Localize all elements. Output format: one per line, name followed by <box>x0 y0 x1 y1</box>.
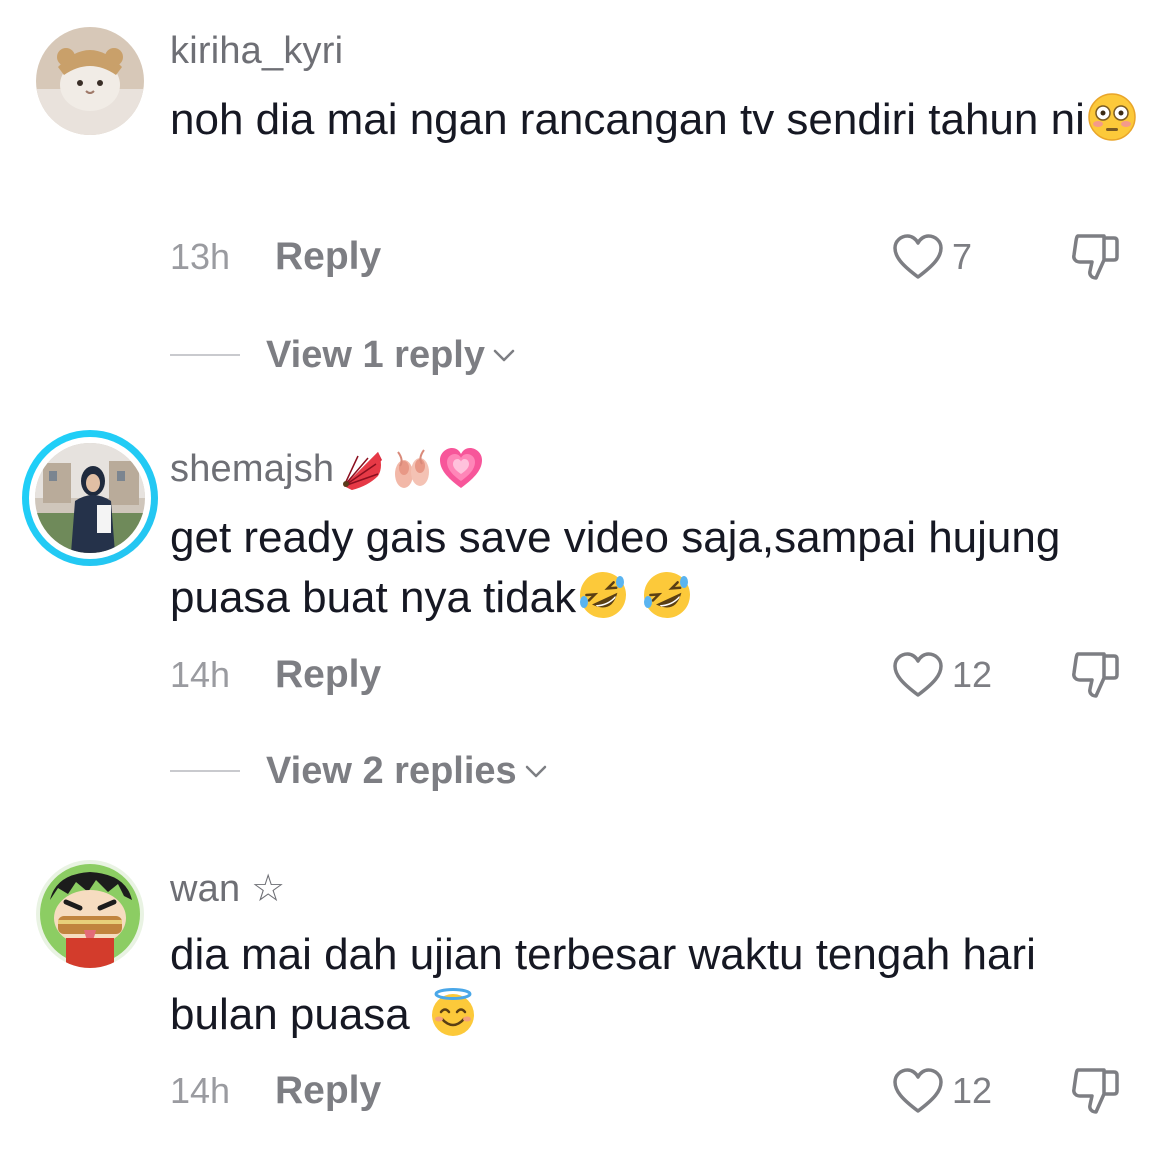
rolling-on-floor-laughing-emoji <box>580 572 627 618</box>
reply-button[interactable]: Reply <box>275 653 381 697</box>
dislike-button[interactable] <box>1070 232 1124 282</box>
heart-outline-icon <box>893 1068 943 1113</box>
thumbs-down-icon <box>1072 234 1119 280</box>
comment-text: noh dia mai ngan rancangan tv sendiri ta… <box>170 90 1140 150</box>
comment-timestamp: 13h <box>170 236 231 277</box>
comment-username[interactable]: kiriha_kyri <box>170 30 343 73</box>
fan-emoji <box>343 452 383 490</box>
cartoon-avatar-image <box>36 860 144 968</box>
flushed-face-emoji <box>1088 93 1136 141</box>
reply-button[interactable]: Reply <box>275 235 381 279</box>
comment-username[interactable]: shemajsh <box>170 446 484 492</box>
like-button[interactable]: 12 <box>892 650 992 700</box>
chevron-down-icon <box>493 349 515 362</box>
comment-meta: 14h Reply 12 <box>170 650 1130 700</box>
smiling-face-with-halo-emoji <box>431 988 474 1036</box>
view-replies-button[interactable]: View 2 replies <box>170 746 549 796</box>
thumbs-down-icon <box>1072 652 1119 698</box>
comment-timestamp: 14h <box>170 654 231 695</box>
thumbs-down-icon <box>1072 1068 1119 1114</box>
like-button[interactable]: 7 <box>892 232 972 282</box>
avatar[interactable] <box>22 430 158 566</box>
reply-button[interactable]: Reply <box>275 1069 381 1113</box>
comment-text: get ready gais save video saja,sampai hu… <box>170 508 1140 628</box>
comment-meta: 13h Reply 7 <box>170 232 1130 282</box>
comment-meta: 14h Reply 12 <box>170 1066 1130 1116</box>
like-button[interactable]: 12 <box>892 1066 992 1116</box>
like-count: 12 <box>952 1070 993 1111</box>
avatar[interactable] <box>36 27 144 135</box>
divider-line <box>170 770 240 772</box>
rolling-on-floor-laughing-emoji <box>644 572 691 618</box>
dislike-button[interactable] <box>1070 650 1124 700</box>
ballet-shoes-emoji <box>395 449 430 488</box>
like-count: 7 <box>952 236 973 277</box>
growing-heart-emoji <box>440 448 483 488</box>
comment-text: dia mai dah ujian terbesar waktu tengah … <box>170 930 1036 1039</box>
person-avatar-image <box>35 443 145 553</box>
chevron-down-icon <box>525 765 546 778</box>
divider-line <box>170 354 240 356</box>
cat-avatar-image <box>36 27 144 135</box>
view-replies-button[interactable]: View 1 reply <box>170 330 517 380</box>
avatar[interactable] <box>36 860 144 968</box>
avatar-photo <box>35 443 145 553</box>
heart-outline-icon <box>893 234 943 279</box>
like-count: 12 <box>952 654 993 695</box>
comment-username[interactable]: wan ☆ <box>170 866 285 911</box>
comment-timestamp: 14h <box>170 1070 231 1111</box>
heart-outline-icon <box>893 652 943 697</box>
dislike-button[interactable] <box>1070 1066 1124 1116</box>
